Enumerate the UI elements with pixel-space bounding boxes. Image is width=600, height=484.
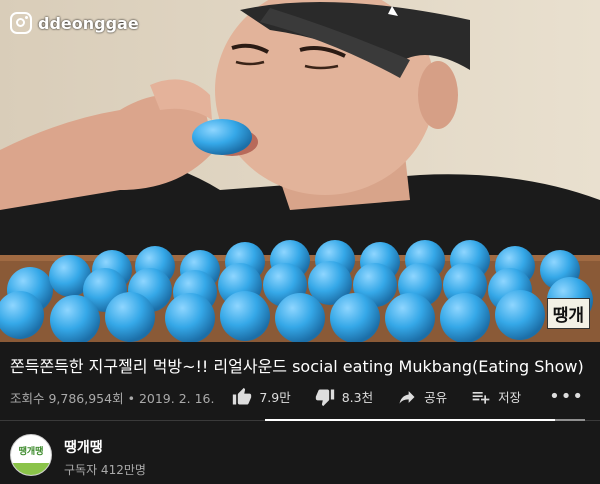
upload-date: 2019. 2. 16. xyxy=(138,391,215,406)
save-label: 저장 xyxy=(498,390,522,405)
save-button[interactable]: 저장 xyxy=(471,387,521,407)
share-button[interactable]: 공유 xyxy=(397,387,447,407)
like-ratio-fill xyxy=(265,419,555,421)
like-dislike-bar xyxy=(265,419,585,421)
video-player[interactable]: ddeonggae 땡개 xyxy=(0,0,600,342)
avatar-text: 땡개땡 xyxy=(18,447,44,457)
channel-info: 땡개땡 구독자 412만명 xyxy=(64,434,146,478)
avatar-grass xyxy=(11,463,51,475)
instagram-icon xyxy=(10,12,32,34)
thumbs-down-icon xyxy=(315,389,334,406)
dislike-button[interactable]: 8.3천 xyxy=(315,387,373,407)
more-actions-button[interactable]: ••• xyxy=(549,386,584,407)
video-meta: 조회수 9,786,954회 • 2019. 2. 16. xyxy=(10,388,214,407)
subscriber-count: 구독자 412만명 xyxy=(64,463,146,477)
video-title: 쫀득쫀득한 지구젤리 먹방~!! 리얼사운드 social eating Muk… xyxy=(10,357,584,376)
video-frame xyxy=(0,0,600,342)
channel-watermark: ddeonggae xyxy=(10,12,139,34)
channel-name[interactable]: 땡개땡 xyxy=(64,437,146,457)
channel-row: 땡개땡 땡개땡 구독자 412만명 xyxy=(10,434,146,478)
meta-separator: • xyxy=(127,391,135,406)
dislike-count: 8.3천 xyxy=(341,390,374,405)
view-count: 조회수 9,786,954회 xyxy=(10,391,124,406)
share-label: 공유 xyxy=(424,390,448,405)
like-count: 7.9만 xyxy=(259,390,291,405)
channel-avatar[interactable]: 땡개땡 xyxy=(10,434,52,476)
like-button[interactable]: 7.9만 xyxy=(232,387,291,407)
playlist-add-icon xyxy=(472,391,490,404)
action-bar: 7.9만 8.3천 공유 저장 ••• xyxy=(232,386,584,407)
share-icon xyxy=(399,390,415,404)
watermark-handle: ddeonggae xyxy=(38,13,139,33)
video-logo-badge: 땡개 xyxy=(546,298,590,329)
thumbs-up-icon xyxy=(233,387,252,404)
